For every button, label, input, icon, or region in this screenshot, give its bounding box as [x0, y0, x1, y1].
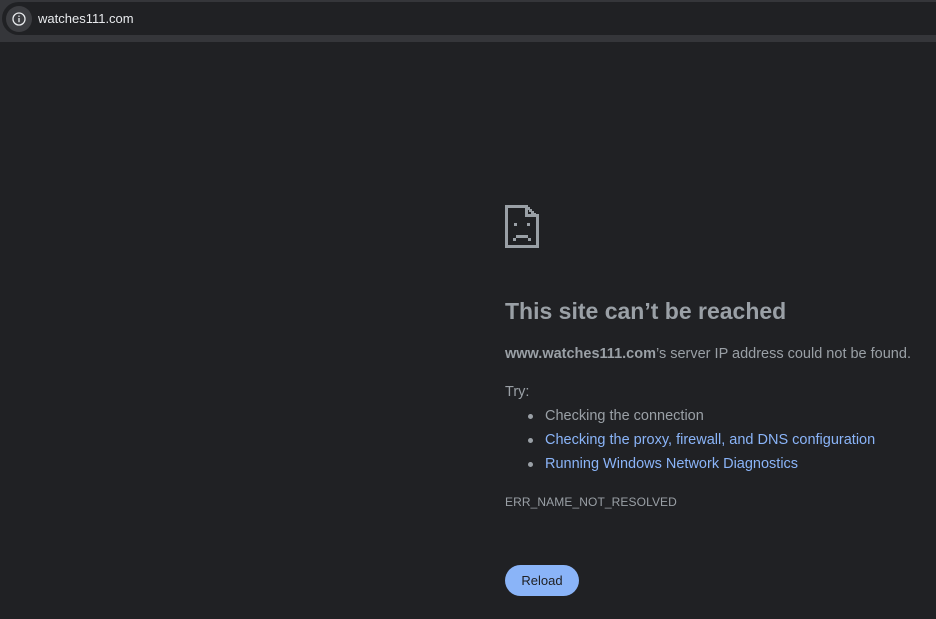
try-label: Try: — [505, 384, 530, 400]
suggestion-check-connection: Checking the connection — [505, 407, 875, 431]
reload-button[interactable]: Reload — [505, 565, 579, 596]
error-code: ERR_NAME_NOT_RESOLVED — [505, 495, 677, 509]
error-title: This site can’t be reached — [505, 298, 787, 324]
url-text[interactable]: watches111.com — [38, 11, 134, 27]
site-info-button[interactable] — [6, 6, 32, 32]
suggestion-network-diagnostics-link[interactable]: Running Windows Network Diagnostics — [505, 455, 875, 479]
info-icon — [12, 12, 26, 26]
suggestions-list: Checking the connection Checking the pro… — [505, 407, 875, 479]
error-message: www.watches111.com’s server IP address c… — [505, 345, 911, 363]
suggestion-check-proxy-link[interactable]: Checking the proxy, firewall, and DNS co… — [505, 431, 875, 455]
error-host: www.watches111.com — [505, 346, 656, 362]
omnibox[interactable]: watches111.com — [2, 2, 936, 35]
sad-page-icon — [505, 205, 539, 248]
address-bar-container: watches111.com — [0, 0, 936, 42]
error-message-suffix: ’s server IP address could not be found. — [655, 346, 911, 362]
